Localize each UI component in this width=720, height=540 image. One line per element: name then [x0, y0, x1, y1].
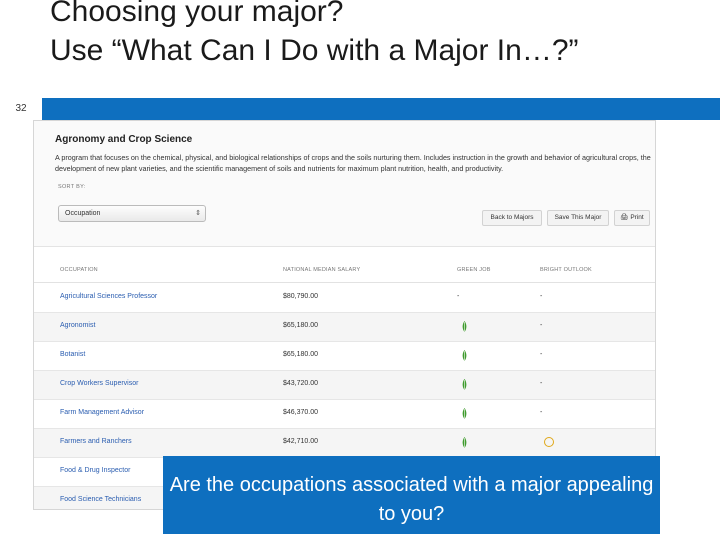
- salary-value: $43,720.00: [283, 380, 319, 387]
- major-title: Agronomy and Crop Science: [55, 134, 193, 145]
- bright-outlook-value: -: [540, 380, 543, 387]
- back-to-majors-button[interactable]: Back to Majors: [482, 210, 542, 226]
- slide-title: Choosing your major? Use “What Can I Do …: [50, 0, 579, 67]
- sort-select-value: Occupation: [65, 210, 101, 217]
- major-screenshot-panel: Agronomy and Crop Science A program that…: [33, 120, 656, 510]
- occupation-link[interactable]: Food & Drug Inspector: [60, 467, 130, 474]
- leaf-icon: [462, 321, 467, 332]
- bright-outlook-value: -: [540, 409, 543, 416]
- occupation-link[interactable]: Botanist: [60, 351, 85, 358]
- save-major-button[interactable]: Save This Major: [547, 210, 609, 226]
- salary-value: $65,180.00: [283, 322, 319, 329]
- table-row: Crop Workers Supervisor $43,720.00 -: [34, 371, 655, 400]
- salary-value: $65,180.00: [283, 351, 319, 358]
- title-bar: [0, 98, 720, 120]
- table-row: Farmers and Ranchers $42,710.00: [34, 429, 655, 458]
- leaf-icon: [462, 350, 467, 361]
- bright-outlook-value: -: [540, 293, 543, 300]
- occupation-link[interactable]: Farmers and Ranchers: [60, 438, 132, 445]
- slide-number: 32: [0, 98, 42, 120]
- leaf-icon: [462, 437, 467, 448]
- occupation-link[interactable]: Crop Workers Supervisor: [60, 380, 138, 387]
- salary-value: $80,790.00: [283, 293, 319, 300]
- header-occupation[interactable]: OCCUPATION: [60, 267, 98, 273]
- header-bright-outlook[interactable]: BRIGHT OUTLOOK: [540, 267, 592, 273]
- select-arrows-icon: ⇕: [195, 210, 201, 217]
- leaf-icon: [462, 379, 467, 390]
- occupation-link[interactable]: Farm Management Advisor: [60, 409, 144, 416]
- table-header: OCCUPATION NATIONAL MEDIAN SALARY GREEN …: [34, 261, 655, 283]
- table-row: Agronomist $65,180.00 -: [34, 313, 655, 342]
- bright-outlook-value: -: [540, 322, 543, 329]
- leaf-icon: [462, 408, 467, 419]
- table-row: Agricultural Sciences Professor $80,790.…: [34, 284, 655, 313]
- header-green-job[interactable]: GREEN JOB: [457, 267, 491, 273]
- header-salary[interactable]: NATIONAL MEDIAN SALARY: [283, 267, 360, 273]
- occupation-link[interactable]: Agricultural Sciences Professor: [60, 293, 157, 300]
- bright-outlook-value: -: [540, 351, 543, 358]
- occupation-link[interactable]: Agronomist: [60, 322, 95, 329]
- sort-label: SORT BY:: [58, 184, 86, 190]
- major-header: Agronomy and Crop Science A program that…: [34, 121, 655, 247]
- callout-box: Are the occupations associated with a ma…: [163, 456, 660, 534]
- sort-select[interactable]: Occupation ⇕: [58, 205, 206, 222]
- green-job-value: -: [457, 293, 460, 300]
- table-row: Botanist $65,180.00 -: [34, 342, 655, 371]
- table-row: Farm Management Advisor $46,370.00 -: [34, 400, 655, 429]
- occupation-link[interactable]: Food Science Technicians: [60, 496, 141, 503]
- sun-icon: [544, 437, 554, 447]
- salary-value: $42,710.00: [283, 438, 319, 445]
- print-button[interactable]: 🖨 Print: [614, 210, 650, 226]
- major-description: A program that focuses on the chemical, …: [55, 153, 651, 173]
- salary-value: $46,370.00: [283, 409, 319, 416]
